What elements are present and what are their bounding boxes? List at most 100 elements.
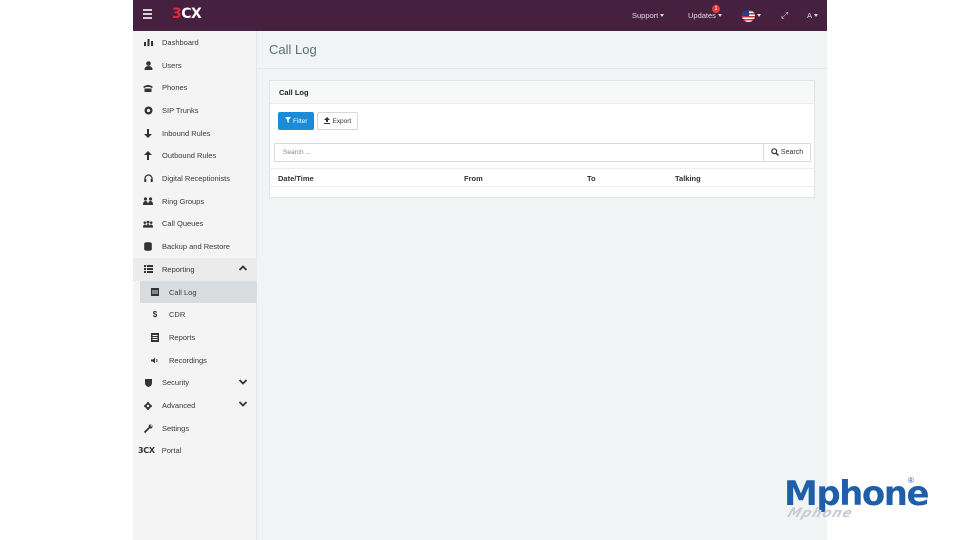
- fullscreen-icon[interactable]: ⤢: [781, 0, 788, 31]
- sidebar-item-portal[interactable]: 3CX Portal: [133, 440, 257, 463]
- caret-down-icon: [660, 14, 665, 17]
- sidebar-item-label: Advanced: [162, 401, 196, 411]
- 3cx-logo[interactable]: 3CX: [172, 6, 202, 22]
- hamburger-menu-icon[interactable]: [143, 9, 152, 19]
- sidebar-item-ring-groups[interactable]: Ring Groups: [133, 190, 257, 213]
- sidebar-item-label: Portal: [161, 446, 182, 456]
- sidebar-item-label: Reports: [169, 332, 196, 342]
- support-menu[interactable]: Support: [632, 0, 665, 31]
- sidebar-item-dashboard[interactable]: Dashboard: [133, 31, 257, 54]
- table-header: Date/Time From To Talking: [270, 168, 814, 187]
- sidebar-item-digital-receptionists[interactable]: Digital Receptionists: [133, 167, 257, 190]
- support-label: Support: [632, 11, 659, 20]
- shield-icon: [143, 378, 153, 388]
- search-icon: [771, 147, 779, 158]
- caret-down-icon: [717, 14, 722, 17]
- sidebar-item-call-log[interactable]: Call Log: [140, 280, 257, 304]
- sidebar-item-label: Ring Groups: [162, 196, 205, 206]
- wrench-icon: [143, 423, 153, 433]
- sidebar-item-sip-trunks[interactable]: SIP Trunks: [133, 99, 257, 122]
- user-menu[interactable]: A: [807, 0, 819, 31]
- sidebar-item-label: SIP Trunks: [162, 105, 199, 115]
- main-content: Call Log Call Log Filter Export Search .…: [258, 31, 827, 540]
- user-icon: [143, 60, 153, 70]
- user-initial: A: [807, 11, 813, 20]
- column-header[interactable]: Talking: [675, 174, 701, 183]
- sidebar-item-call-queues[interactable]: Call Queues: [133, 213, 257, 236]
- column-header[interactable]: Date/Time: [278, 174, 314, 183]
- sidebar-item-recordings[interactable]: Recordings: [133, 349, 257, 372]
- registered-mark: ®: [908, 476, 914, 485]
- sidebar-item-label: Dashboard: [162, 37, 199, 47]
- sidebar-item-label: Settings: [162, 423, 190, 433]
- brand-reflection: Mphone: [785, 506, 856, 521]
- sidebar-item-users[interactable]: Users: [133, 54, 257, 77]
- sidebar-item-label: Security: [162, 378, 190, 388]
- caret-down-icon: [757, 14, 761, 17]
- database-icon: [143, 242, 153, 252]
- filter-label: Filter: [293, 117, 308, 125]
- sidebar-item-label: Reporting: [162, 264, 195, 274]
- dollar-icon: $: [152, 310, 158, 320]
- sidebar-item-backup-restore[interactable]: Backup and Restore: [133, 235, 257, 258]
- globe-icon: [143, 105, 153, 115]
- sidebar-item-phones[interactable]: Phones: [133, 76, 257, 99]
- sidebar-item-security[interactable]: Security: [133, 372, 257, 395]
- chevron-down-icon: [238, 400, 248, 409]
- upload-icon: [324, 116, 331, 126]
- sidebar-item-cdr[interactable]: $ CDR: [133, 303, 257, 326]
- sidebar-item-label: Digital Receptionists: [162, 174, 230, 184]
- sidebar-item-advanced[interactable]: Advanced: [133, 394, 257, 417]
- sidebar-item-label: Call Queues: [162, 219, 204, 229]
- sidebar-item-label: Recordings: [169, 355, 207, 365]
- panel-title: Call Log: [270, 81, 814, 104]
- updates-menu[interactable]: Updates 1: [688, 0, 722, 31]
- mphone-logo: Mphone ® Mphone: [784, 474, 934, 524]
- column-header[interactable]: From: [464, 174, 483, 183]
- sidebar-item-label: Backup and Restore: [162, 242, 230, 252]
- search-button[interactable]: Search: [764, 143, 811, 162]
- gear-icon: [143, 401, 153, 411]
- headset-icon: [143, 174, 153, 184]
- call-log-panel: Call Log Filter Export Search ... Search…: [269, 80, 815, 198]
- sidebar-item-label: Phones: [162, 83, 188, 93]
- sidebar-item-label: Users: [162, 60, 182, 70]
- caret-down-icon: [814, 14, 819, 17]
- queue-icon: [143, 219, 153, 229]
- export-button[interactable]: Export: [317, 112, 359, 130]
- speaker-icon: [150, 355, 160, 365]
- search-input[interactable]: Search ...: [274, 143, 764, 162]
- filter-button[interactable]: Filter: [278, 112, 315, 130]
- sidebar-item-outbound-rules[interactable]: Outbound Rules: [133, 145, 257, 168]
- sidebar: Dashboard Users Phones SIP Trunks Inboun…: [133, 31, 257, 540]
- sidebar-item-label: Inbound Rules: [162, 128, 211, 138]
- phone-icon: [143, 83, 153, 93]
- sidebar-item-label: Outbound Rules: [162, 151, 217, 161]
- app-window: 3CX Support Updates 1 ⤢ A Dashboard User…: [133, 0, 827, 540]
- bar-chart-icon: [143, 37, 153, 47]
- us-flag-icon: [742, 9, 755, 22]
- updates-badge: 1: [712, 5, 720, 13]
- group-icon: [143, 196, 153, 206]
- column-header[interactable]: To: [587, 174, 596, 183]
- list-icon: [143, 264, 153, 274]
- chevron-down-icon: [238, 378, 248, 387]
- sidebar-item-reporting[interactable]: Reporting: [133, 258, 257, 281]
- export-label: Export: [332, 117, 352, 125]
- sidebar-item-label: Call Log: [169, 287, 197, 297]
- 3cx-logo-icon: 3CX: [138, 446, 155, 456]
- sidebar-item-reports[interactable]: Reports: [133, 326, 257, 349]
- filter-icon: [285, 117, 291, 125]
- chevron-up-icon: [238, 264, 248, 273]
- language-menu[interactable]: [742, 0, 761, 31]
- sidebar-item-label: CDR: [169, 310, 186, 320]
- sidebar-item-settings[interactable]: Settings: [133, 417, 257, 440]
- search-button-label: Search: [780, 149, 804, 156]
- arrow-up-icon: [143, 151, 153, 161]
- updates-label: Updates: [688, 11, 716, 20]
- panel-toolbar: Filter Export: [278, 112, 359, 130]
- sidebar-item-inbound-rules[interactable]: Inbound Rules: [133, 122, 257, 145]
- search-bar: Search ... Search: [274, 143, 811, 162]
- calendar-icon: [150, 287, 160, 297]
- top-bar: 3CX Support Updates 1 ⤢ A: [133, 0, 827, 31]
